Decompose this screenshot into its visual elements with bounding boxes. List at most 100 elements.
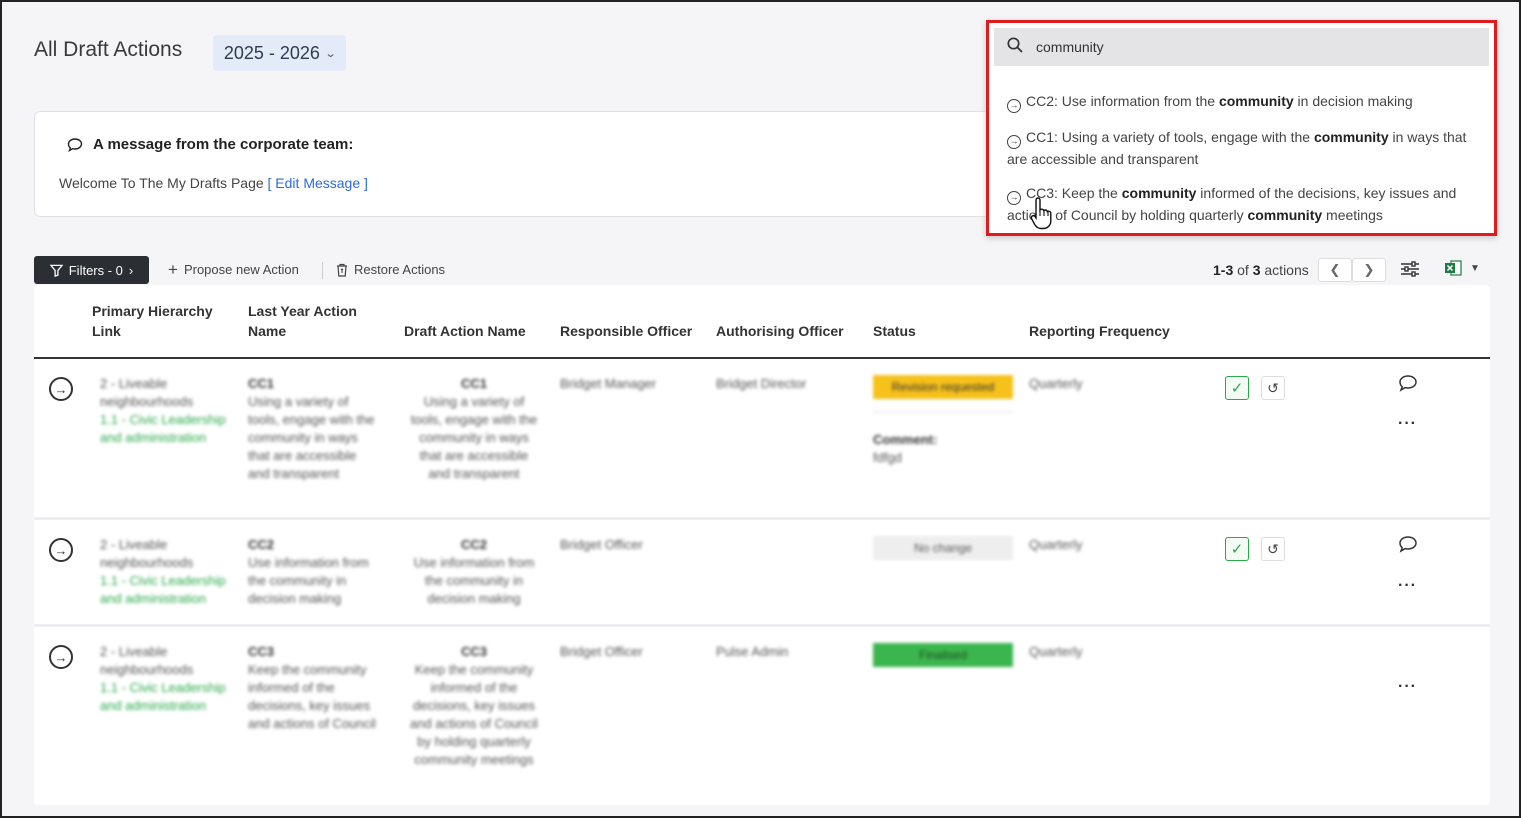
ellipsis-icon: ··· (1398, 577, 1417, 594)
col-header-responsible-officer[interactable]: Responsible Officer (560, 321, 692, 341)
arrow-right-icon: → (54, 381, 68, 397)
caret-down-icon: ▼ (1470, 262, 1480, 274)
open-row-button[interactable]: → (49, 645, 73, 669)
status-badge: Revision requested (873, 375, 1013, 399)
year-select-value: 2025 - 2026 (223, 42, 320, 63)
hierarchy-level-1: 2 - Liveable neighbourhoods (100, 376, 194, 409)
page-title: All Draft Actions (34, 38, 183, 61)
action-code: CC3 (460, 644, 487, 659)
comment-label: Comment: (873, 432, 938, 447)
approve-button[interactable]: ✓ (1225, 376, 1249, 400)
prev-page-button[interactable]: ❮ (1318, 258, 1352, 282)
count-total: 3 (1252, 262, 1261, 278)
hand-cursor-icon (1030, 197, 1052, 230)
undo-icon: ↺ (1267, 379, 1279, 396)
chevron-left-icon: ❮ (1329, 262, 1341, 277)
comment-button[interactable] (1398, 535, 1418, 558)
table-cell-last-year-action: CC1 Using a variety of tools, engage wit… (248, 375, 378, 483)
message-body: Welcome To The My Drafts Page [ Edit Mes… (59, 175, 368, 191)
hierarchy-level-2[interactable]: 1.1 - Civic Leadership and administratio… (100, 679, 230, 715)
table-cell-hierarchy: 2 - Liveable neighbourhoods 1.1 - Civic … (100, 375, 230, 447)
more-options-button[interactable]: ··· (1398, 415, 1417, 433)
table-cell-hierarchy: 2 - Liveable neighbourhoods 1.1 - Civic … (100, 643, 230, 715)
table-cell-authorising: Pulse Admin (716, 644, 789, 659)
action-text: Keep the community informed of the decis… (248, 662, 376, 731)
table-cell-frequency: Quarterly (1029, 537, 1083, 552)
hierarchy-level-2[interactable]: 1.1 - Civic Leadership and administratio… (100, 572, 230, 608)
arrow-right-icon: → (1007, 99, 1021, 113)
col-header-last-year-action[interactable]: Last Year Action Name (248, 301, 378, 341)
chevron-right-icon: › (128, 262, 134, 278)
year-select[interactable]: 2025 - 2026 ⌄ (213, 35, 346, 71)
table-cell-draft-action: CC3 Keep the community informed of the d… (404, 643, 544, 769)
suggestion-text: in decision making (1293, 93, 1413, 109)
chevron-right-icon: ❯ (1363, 262, 1375, 277)
filters-label: Filters - 0 (68, 262, 123, 278)
arrow-right-icon: → (1007, 191, 1021, 205)
search-suggestion[interactable]: → CC3: Keep the community informed of the… (1007, 183, 1477, 225)
col-header-status[interactable]: Status (873, 321, 916, 341)
chevron-down-icon: ⌄ (324, 47, 337, 60)
message-title: A message from the corporate team: (93, 136, 354, 153)
search-suggestion[interactable]: → CC2: Use information from the community… (1007, 91, 1477, 113)
revert-button[interactable]: ↺ (1261, 376, 1285, 400)
open-row-button[interactable]: → (49, 538, 73, 562)
toolbar: Filters - 0 › + Propose new Action Resto… (34, 256, 1490, 284)
excel-export-button[interactable]: ▼ (1445, 260, 1480, 276)
check-icon: ✓ (1230, 380, 1244, 397)
search-popover: → CC2: Use information from the community… (986, 20, 1497, 236)
count-range: 1-3 (1213, 262, 1234, 278)
message-text: Welcome To The My Drafts Page (59, 175, 264, 191)
table-cell-last-year-action: CC2 Use information from the community i… (248, 536, 388, 608)
result-count: 1-3 of 3 actions (1213, 262, 1309, 278)
row-divider (34, 517, 1490, 520)
status-badge: No change (873, 536, 1013, 560)
suggestion-match: community (1313, 129, 1389, 145)
table-cell-hierarchy: 2 - Liveable neighbourhoods 1.1 - Civic … (100, 536, 230, 608)
col-header-reporting-frequency[interactable]: Reporting Frequency (1029, 321, 1170, 341)
ellipsis-icon: ··· (1398, 415, 1417, 432)
action-code: CC2 (248, 537, 275, 552)
action-code: CC2 (460, 537, 487, 552)
actions-table: Primary Hierarchy Link Last Year Action … (34, 285, 1490, 805)
header-divider (34, 357, 1490, 359)
propose-action-button[interactable]: + Propose new Action (168, 260, 299, 279)
column-settings-button[interactable] (1400, 260, 1420, 283)
count-suffix: actions (1264, 262, 1309, 278)
search-icon (1007, 37, 1023, 53)
table-cell-frequency: Quarterly (1029, 376, 1083, 391)
edit-message-link[interactable]: [ Edit Message ] (268, 175, 368, 191)
undo-icon: ↺ (1267, 540, 1279, 557)
comment-button[interactable] (1398, 374, 1418, 397)
more-options-button[interactable]: ··· (1398, 577, 1417, 595)
search-suggestion[interactable]: → CC1: Using a variety of tools, engage w… (1007, 127, 1477, 169)
status-divider (873, 411, 1013, 413)
row-divider (34, 624, 1490, 627)
col-header-authorising-officer[interactable]: Authorising Officer (716, 321, 844, 341)
hierarchy-level-2[interactable]: 1.1 - Civic Leadership and administratio… (100, 411, 230, 447)
hierarchy-level-1: 2 - Liveable neighbourhoods (100, 537, 194, 570)
table-cell-last-year-action: CC3 Keep the community informed of the d… (248, 643, 384, 733)
next-page-button[interactable]: ❯ (1352, 258, 1386, 282)
restore-actions-button[interactable]: Restore Actions (336, 262, 445, 277)
action-code: CC3 (248, 644, 275, 659)
plus-icon: + (168, 260, 178, 279)
open-row-button[interactable]: → (49, 377, 73, 401)
col-header-primary-hierarchy[interactable]: Primary Hierarchy Link (92, 301, 222, 341)
more-options-button[interactable]: ··· (1398, 678, 1417, 696)
approve-button[interactable]: ✓ (1225, 537, 1249, 561)
col-header-draft-action[interactable]: Draft Action Name (404, 321, 526, 341)
filters-button[interactable]: Filters - 0 › (34, 256, 149, 284)
table-cell-draft-action: CC1 Using a variety of tools, engage wit… (408, 375, 540, 483)
revert-button[interactable]: ↺ (1261, 537, 1285, 561)
trash-restore-icon (337, 263, 347, 277)
speech-bubble-icon (67, 137, 83, 152)
table-cell-authorising: Bridget Director (716, 376, 807, 391)
action-text: Use information from the community in de… (248, 555, 369, 606)
speech-bubble-icon (1399, 375, 1417, 392)
comment-text: fdfgd (873, 450, 902, 465)
table-cell-responsible: Bridget Officer (560, 644, 643, 659)
search-input[interactable] (1036, 35, 1476, 59)
action-text: Using a variety of tools, engage with th… (410, 394, 538, 481)
suggestion-match: community (1247, 207, 1323, 223)
